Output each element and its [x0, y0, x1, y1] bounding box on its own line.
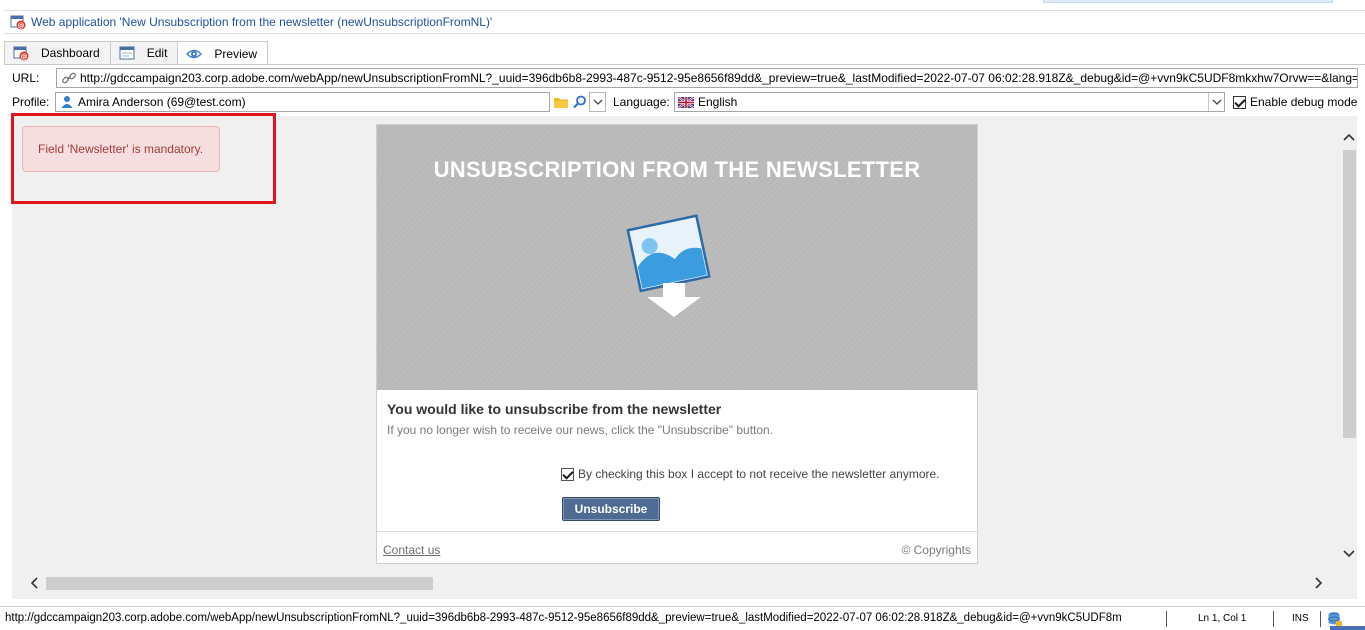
vertical-scroll-thumb[interactable]: [1343, 150, 1356, 438]
top-search-field[interactable]: [1043, 0, 1333, 3]
profile-value: Amira Anderson (69@test.com): [78, 95, 246, 109]
scroll-down-button[interactable]: [1341, 546, 1357, 562]
tab-divider: [4, 64, 1365, 65]
database-icon: [1328, 612, 1342, 626]
search-button[interactable]: [570, 92, 589, 112]
accept-checkbox-row[interactable]: By checking this box I accept to not rec…: [561, 467, 940, 481]
chevron-right-icon: [1315, 577, 1323, 589]
debug-mode-toggle[interactable]: Enable debug mode: [1233, 95, 1357, 109]
url-row: URL: http://gdccampaign203.corp.adobe.co…: [12, 67, 1365, 89]
chevron-down-icon: [1343, 550, 1355, 558]
accept-label: By checking this box I accept to not rec…: [578, 467, 940, 481]
debug-mode-checkbox[interactable]: [1233, 95, 1246, 109]
window-title: Web application 'New Unsubscription from…: [31, 15, 493, 29]
search-icon: [572, 95, 586, 109]
status-divider: [1320, 611, 1321, 627]
question-subtitle: If you no longer wish to receive our new…: [387, 423, 774, 437]
unsubscribe-button[interactable]: Unsubscribe: [562, 497, 660, 521]
url-value: http://gdccampaign203.corp.adobe.com/web…: [80, 71, 1358, 85]
link-icon: [62, 72, 76, 84]
tab-edit[interactable]: Edit: [109, 41, 179, 64]
accept-checkbox[interactable]: [561, 467, 574, 481]
vertical-scrollbar[interactable]: [1341, 126, 1357, 572]
question-title: You would like to unsubscribe from the n…: [387, 401, 722, 417]
status-bar: http://gdccampaign203.corp.adobe.com/web…: [0, 606, 1365, 630]
uk-flag-icon: [678, 96, 694, 108]
status-url: http://gdccampaign203.corp.adobe.com/web…: [5, 612, 1122, 624]
cursor-position: Ln 1, Col 1: [1198, 613, 1247, 624]
top-strip: [0, 0, 1365, 8]
tab-dashboard[interactable]: @ Dashboard: [4, 41, 111, 64]
scroll-up-button[interactable]: [1341, 129, 1357, 145]
url-field[interactable]: http://gdccampaign203.corp.adobe.com/web…: [56, 68, 1358, 88]
taskbar-strip: [1330, 626, 1365, 630]
user-icon: [61, 96, 73, 108]
hero-title: UNSUBSCRIPTION FROM THE NEWSLETTER: [433, 157, 921, 182]
chevron-left-icon: [30, 577, 38, 589]
profile-field[interactable]: Amira Anderson (69@test.com): [55, 92, 550, 112]
window-title-bar: @ Web application 'New Unsubscription fr…: [4, 10, 1365, 34]
copyright-text: © Copyrights: [901, 543, 971, 557]
debug-mode-label: Enable debug mode: [1250, 95, 1358, 109]
preview-pane: Field 'Newsletter' is mandatory. UNSUBSC…: [11, 113, 1357, 599]
error-alert: Field 'Newsletter' is mandatory.: [22, 126, 220, 172]
unsubscription-form: UNSUBSCRIPTION FROM THE NEWSLETTER You w…: [376, 124, 978, 564]
download-image-icon: [626, 214, 711, 317]
url-label: URL:: [12, 71, 40, 85]
hero-banner: UNSUBSCRIPTION FROM THE NEWSLETTER: [377, 125, 977, 390]
dashboard-icon: @: [13, 46, 29, 61]
tab-dashboard-label: Dashboard: [41, 46, 100, 60]
language-dropdown-button[interactable]: [1208, 93, 1224, 111]
svg-text:@: @: [21, 53, 28, 61]
horizontal-scroll-thumb[interactable]: [46, 577, 433, 590]
web-application-icon: @: [10, 15, 26, 30]
chevron-up-icon: [1343, 133, 1355, 141]
tab-preview[interactable]: Preview: [177, 41, 269, 65]
profile-row: Profile: Amira Anderson (69@test.com) La…: [12, 92, 1365, 113]
profile-dropdown-button[interactable]: [589, 92, 606, 112]
chevron-down-icon: [593, 99, 602, 105]
horizontal-scrollbar[interactable]: [22, 575, 1323, 591]
scroll-right-button[interactable]: [1311, 575, 1327, 591]
folder-icon: [553, 98, 568, 108]
chevron-down-icon: [1212, 99, 1221, 105]
footer-divider: [377, 531, 977, 532]
language-value: English: [698, 95, 738, 109]
insert-mode: INS: [1292, 613, 1309, 624]
language-select[interactable]: English: [674, 92, 1225, 112]
language-label: Language:: [613, 95, 670, 109]
folder-button[interactable]: [551, 92, 570, 112]
edit-icon: [119, 46, 135, 60]
status-divider: [1273, 611, 1274, 627]
tab-strip: @ Dashboard Edit Preview: [4, 41, 269, 65]
contact-us-link[interactable]: Contact us: [383, 543, 440, 557]
svg-text:@: @: [18, 22, 25, 30]
profile-label: Profile:: [12, 95, 50, 109]
tab-preview-label: Preview: [214, 46, 258, 61]
status-divider: [1166, 611, 1167, 627]
tab-edit-label: Edit: [146, 46, 168, 60]
eye-icon: [186, 49, 203, 58]
scroll-left-button[interactable]: [26, 575, 42, 591]
